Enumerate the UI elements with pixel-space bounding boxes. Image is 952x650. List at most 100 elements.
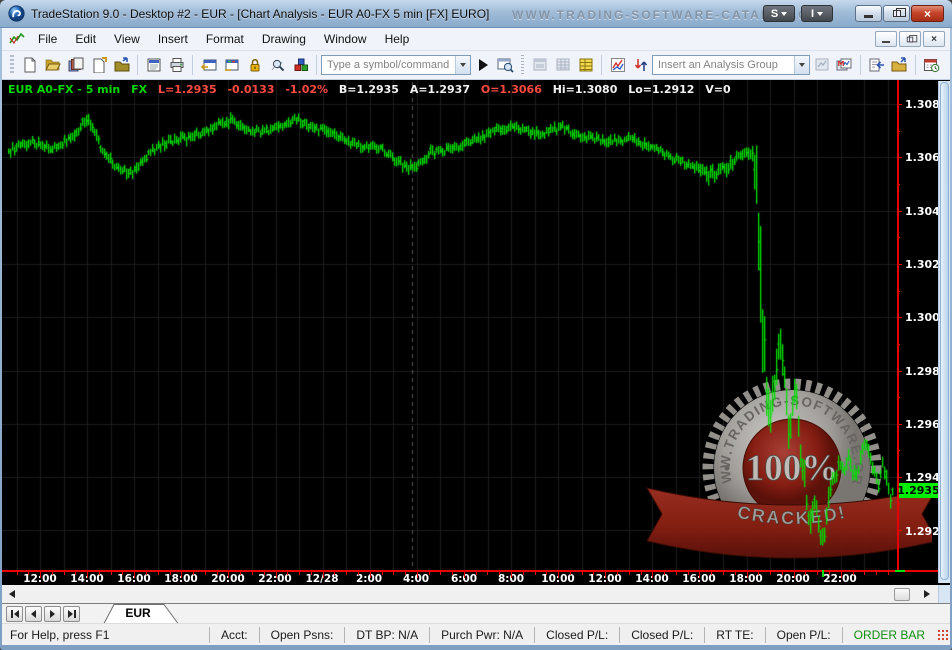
toolbar-separator <box>192 55 193 75</box>
quote-board-button[interactable] <box>574 54 597 76</box>
menu-window[interactable]: Window <box>315 29 376 49</box>
symbol-dropdown-button[interactable] <box>455 56 470 74</box>
updown-arrows-button[interactable] <box>629 54 652 76</box>
statusbar-purch-pwr[interactable]: Purch Pwr: N/A <box>429 627 534 643</box>
print-button[interactable] <box>165 54 188 76</box>
import-button[interactable] <box>865 54 888 76</box>
go-button[interactable] <box>471 54 494 76</box>
statusbar-acct[interactable]: Acct: <box>209 627 259 643</box>
export-button[interactable] <box>888 54 911 76</box>
vertical-scrollbar-thumb[interactable] <box>940 82 949 580</box>
calendar-clock-icon <box>923 57 940 73</box>
minimize-button[interactable] <box>855 5 882 22</box>
time-minor-tick <box>217 572 218 575</box>
new-workspace-button[interactable] <box>18 54 41 76</box>
analysis-group-input[interactable]: Insert an Analysis Group <box>652 55 810 75</box>
arrow-left-icon <box>31 610 36 618</box>
statusbar-rt-te[interactable]: RT TE: <box>704 627 764 643</box>
statusbar-open-psns[interactable]: Open Psns: <box>259 627 345 643</box>
mdi-restore-button[interactable] <box>899 31 921 47</box>
menu-file[interactable]: File <box>29 29 66 49</box>
radarscreen-button-disabled[interactable] <box>528 54 551 76</box>
toolbar-separator <box>137 55 138 75</box>
restore-icon <box>907 36 913 42</box>
time-tick <box>747 572 748 578</box>
resize-grip[interactable] <box>936 628 948 642</box>
status-volume: V=0 <box>705 83 730 96</box>
toolbar-separator <box>521 55 524 75</box>
time-minor-tick <box>582 572 583 575</box>
s-dropdown-button[interactable]: S <box>763 5 795 22</box>
save-page-button[interactable] <box>87 54 110 76</box>
first-page-button[interactable] <box>6 606 23 622</box>
scroll-left-icon[interactable] <box>9 590 15 598</box>
time-minor-tick <box>170 572 171 575</box>
archive-workspace-button[interactable] <box>110 54 133 76</box>
statusbar-closed-pl-1[interactable]: Closed P/L: <box>534 627 619 643</box>
symbol-command-placeholder: Type a symbol/command <box>322 59 455 71</box>
session-times-button[interactable] <box>920 54 943 76</box>
price-bars-canvas <box>2 80 897 570</box>
menu-edit[interactable]: Edit <box>66 29 105 49</box>
time-minor-tick <box>864 572 865 575</box>
symbol-lookup-button[interactable] <box>494 54 517 76</box>
scroll-right-icon[interactable] <box>924 590 930 598</box>
statusbar-open-pl[interactable]: Open P/L: <box>765 627 842 643</box>
price-minor-tick <box>897 504 900 505</box>
order-bar-button[interactable]: ORDER BAR <box>842 627 936 643</box>
save-workspaces-button[interactable] <box>64 54 87 76</box>
close-button[interactable]: × <box>911 5 944 22</box>
restore-button[interactable] <box>883 5 910 22</box>
statusbar-closed-pl-2[interactable]: Closed P/L: <box>619 627 704 643</box>
tab-eur-label: EUR <box>92 606 184 620</box>
menu-format[interactable]: Format <box>197 29 253 49</box>
symbol-command-input[interactable]: Type a symbol/command <box>321 55 471 75</box>
chart-plot-area[interactable]: WWW.TRADING-SOFTWARE.ORG 100% CRACKED! E… <box>2 80 950 585</box>
i-dropdown-button[interactable]: I <box>801 5 833 22</box>
open-folder-icon <box>45 57 61 73</box>
time-minor-tick <box>782 572 783 575</box>
status-ask: A=1.2937 <box>410 83 470 96</box>
arrow-right-icon <box>50 610 55 618</box>
chart-size-button[interactable] <box>894 588 910 601</box>
chart-wave-icon <box>610 57 626 73</box>
tab-eur[interactable]: EUR <box>92 604 184 624</box>
time-minor-tick <box>64 572 65 575</box>
find-symbol-button[interactable] <box>266 54 289 76</box>
time-minor-tick <box>452 572 453 575</box>
lookup-window-icon <box>497 57 514 73</box>
next-page-button[interactable] <box>44 606 61 622</box>
down-up-arrows-icon <box>633 57 649 73</box>
time-minor-tick <box>499 572 500 575</box>
chart-analysis-button[interactable] <box>606 54 629 76</box>
previous-window-button[interactable] <box>197 54 220 76</box>
toolbar-grip[interactable] <box>10 55 14 75</box>
mdi-close-button[interactable]: × <box>923 31 945 47</box>
mdi-minimize-button[interactable] <box>875 31 897 47</box>
analysis-dropdown-button[interactable] <box>794 56 809 74</box>
time-tick <box>605 572 606 578</box>
matrix-button-disabled[interactable] <box>551 54 574 76</box>
previous-page-button[interactable] <box>25 606 42 622</box>
format-window-button[interactable] <box>220 54 243 76</box>
vertical-scrollbar[interactable] <box>938 81 950 583</box>
menu-insert[interactable]: Insert <box>149 29 197 49</box>
last-page-button[interactable] <box>63 606 80 622</box>
lock-button[interactable] <box>243 54 266 76</box>
window-format-icon <box>224 57 240 73</box>
print-preview-button[interactable] <box>142 54 165 76</box>
statusbar-dt-bp[interactable]: DT BP: N/A <box>344 627 429 643</box>
open-workspace-button[interactable] <box>41 54 64 76</box>
time-axis[interactable]: 12:00 14:00 16:00 18:00 20:00 22:00 12/2… <box>2 570 950 585</box>
menu-help[interactable]: Help <box>376 29 419 49</box>
time-minor-tick <box>523 572 524 575</box>
scrollbar-corner <box>938 585 950 603</box>
insert-analysis-button-disabled[interactable] <box>810 54 833 76</box>
menu-drawing[interactable]: Drawing <box>253 29 315 49</box>
analysis-group-stack-button[interactable]: M <box>833 54 856 76</box>
time-minor-tick <box>546 572 547 575</box>
menu-view[interactable]: View <box>105 29 149 49</box>
price-axis[interactable]: 1.3080 1.3060 1.3040 1.3020 1.3000 1.298… <box>897 80 938 570</box>
time-minor-tick <box>17 572 18 575</box>
objects-button[interactable] <box>289 54 312 76</box>
